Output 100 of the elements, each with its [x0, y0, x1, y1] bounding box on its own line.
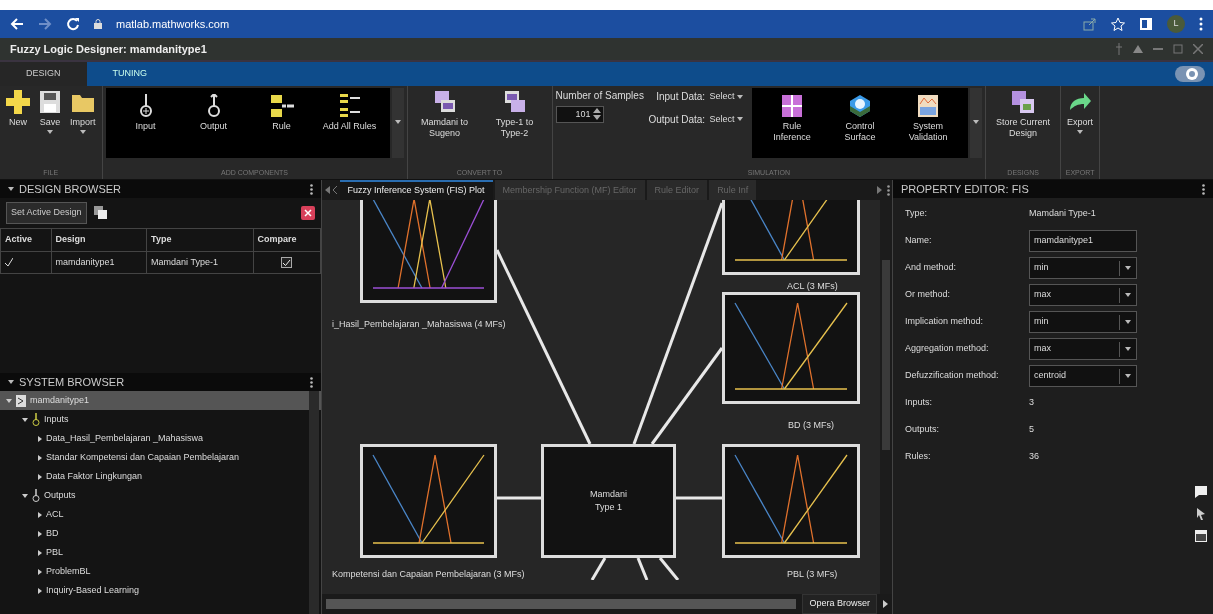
scrollbar-thumb[interactable] [326, 599, 797, 609]
share-icon[interactable] [1083, 17, 1097, 31]
toolstrip-button[interactable]: Control Surface [828, 92, 893, 145]
method-dropdown[interactable]: min [1029, 311, 1137, 333]
toolstrip-button[interactable]: System Validation [896, 92, 961, 145]
toolstrip-button[interactable]: Rule Inference [760, 92, 825, 145]
tree-item[interactable]: PBL [0, 543, 321, 562]
property-label: Name: [905, 234, 933, 248]
document-tab[interactable]: Fuzzy Inference System (FIS) Plot [339, 180, 493, 200]
property-label: Inputs: [905, 396, 934, 410]
scrollbar-track[interactable] [309, 391, 319, 614]
number-spinner[interactable]: 101 [555, 105, 604, 123]
expanded-arrow-icon[interactable] [22, 493, 28, 498]
variable-label: Kompetensi dan Capaian Pembelajaran (3 MFs) [332, 568, 525, 581]
tree-item[interactable]: BD [0, 524, 321, 543]
sidebar-icon[interactable] [1139, 17, 1153, 31]
tree-item[interactable]: ProblemBL [0, 562, 321, 581]
more-icon[interactable] [1202, 183, 1205, 195]
data-dropdown[interactable]: Select [707, 110, 746, 128]
caret-icon [973, 119, 980, 124]
collapsed-arrow-icon[interactable] [38, 549, 42, 556]
scrollbar-thumb[interactable] [882, 260, 890, 450]
help-icon[interactable] [1175, 66, 1205, 82]
rule-icon [269, 94, 294, 118]
panel-title: SYSTEM BROWSER [19, 374, 125, 390]
output-icon [32, 489, 40, 502]
system-node[interactable]: Mamdani Type 1 [541, 444, 676, 558]
name-field[interactable]: mamdanitype1 [1029, 230, 1137, 252]
reload-icon[interactable] [66, 17, 80, 31]
chat-icon[interactable] [1195, 486, 1207, 498]
toolstrip-button[interactable]: Save [35, 88, 65, 139]
checkbox[interactable] [281, 256, 293, 268]
caret-icon [1125, 374, 1131, 379]
panel-title: DESIGN BROWSER [19, 181, 122, 197]
toolstrip-button[interactable]: Store Current Design [989, 88, 1058, 141]
tree-item[interactable]: Outputs [0, 486, 321, 505]
toolstrip-button[interactable]: Add All Rules [317, 92, 382, 134]
property-label: And method: [905, 261, 958, 275]
caret-icon [737, 117, 744, 122]
toolstrip-button[interactable]: Export [1064, 88, 1097, 139]
toolstrip-button[interactable]: Rule [249, 92, 314, 134]
collapsed-arrow-icon[interactable] [38, 435, 42, 442]
more-icon[interactable] [310, 376, 313, 388]
collapsed-arrow-icon[interactable] [38, 454, 42, 461]
tree-item[interactable]: ACL [0, 505, 321, 524]
property-label: Or method: [905, 288, 952, 302]
method-dropdown[interactable]: centroid [1029, 365, 1137, 387]
toolstrip-button[interactable]: Import [67, 88, 99, 139]
delete-icon[interactable] [301, 206, 315, 220]
window-icon[interactable] [1195, 530, 1207, 542]
collapse-icon[interactable] [8, 380, 14, 384]
back-icon[interactable] [10, 17, 24, 31]
toolstrip-button[interactable]: Type-1 to Type-2 [480, 88, 549, 141]
tree-label: Inputs [44, 412, 69, 426]
menu-icon[interactable] [1199, 17, 1203, 31]
ribbon-tab[interactable]: TUNING [86, 62, 173, 86]
collapsed-arrow-icon[interactable] [38, 511, 42, 518]
more-icon[interactable] [886, 184, 890, 196]
method-dropdown[interactable]: max [1029, 338, 1137, 360]
collapsed-arrow-icon[interactable] [38, 587, 42, 594]
tree-item[interactable]: Data Faktor Lingkungan [0, 467, 321, 486]
rules-icon [337, 94, 362, 118]
tree-item[interactable]: mamdanitype1 [0, 391, 321, 410]
panel-title: PROPERTY EDITOR: FIS [901, 181, 1029, 197]
variable-label: i_Hasil_Pembelajaran _Mahasiswa (4 MFs) [332, 318, 506, 331]
tree-item[interactable]: Inputs [0, 410, 321, 429]
forward-icon[interactable] [38, 17, 52, 31]
tree-item[interactable]: Standar Kompetensi dan Capaian Pembelajaran [0, 448, 321, 467]
star-icon[interactable] [1111, 17, 1125, 31]
data-dropdown[interactable]: Select [707, 88, 746, 106]
tree-item[interactable]: Inquiry-Based Learning [0, 581, 321, 600]
variable-label: BD (3 MFs) [788, 419, 834, 432]
column-header: Active [0, 228, 52, 251]
copy-icon[interactable] [92, 205, 109, 221]
toolstrip-button[interactable]: Input [113, 92, 178, 134]
caret-icon [1125, 347, 1131, 352]
tree-item[interactable]: Data_Hasil_Pembelajaran _Mahasiswa [0, 429, 321, 448]
toolstrip-button[interactable]: New [3, 88, 33, 130]
toolstrip-button[interactable]: Output [181, 92, 246, 134]
ribbon-tab[interactable]: DESIGN [0, 62, 87, 86]
profile-avatar[interactable]: L [1167, 15, 1185, 33]
address-bar[interactable]: matlab.mathworks.com [116, 15, 230, 33]
cursor-icon[interactable] [1195, 508, 1207, 520]
collapsed-arrow-icon[interactable] [38, 568, 42, 575]
collapsed-arrow-icon[interactable] [38, 530, 42, 537]
collapsed-arrow-icon[interactable] [38, 473, 42, 480]
toolstrip-button[interactable]: Mamdani to Sugeno [410, 88, 479, 141]
method-dropdown[interactable]: min [1029, 257, 1137, 279]
expanded-arrow-icon[interactable] [22, 417, 28, 422]
tree-label: Data Faktor Lingkungan [46, 469, 143, 483]
more-icon[interactable] [310, 183, 313, 195]
set-active-button[interactable]: Set Active Design [6, 202, 87, 224]
method-dropdown[interactable]: max [1029, 284, 1137, 306]
close-icon[interactable] [1193, 44, 1203, 54]
property-value: 36 [1029, 450, 1039, 464]
tooltip: Opera Browser [802, 594, 877, 614]
property-value: 5 [1029, 423, 1034, 437]
collapse-icon[interactable] [8, 187, 14, 191]
scroll-right-icon[interactable] [883, 600, 888, 608]
chart-icon [916, 94, 941, 118]
